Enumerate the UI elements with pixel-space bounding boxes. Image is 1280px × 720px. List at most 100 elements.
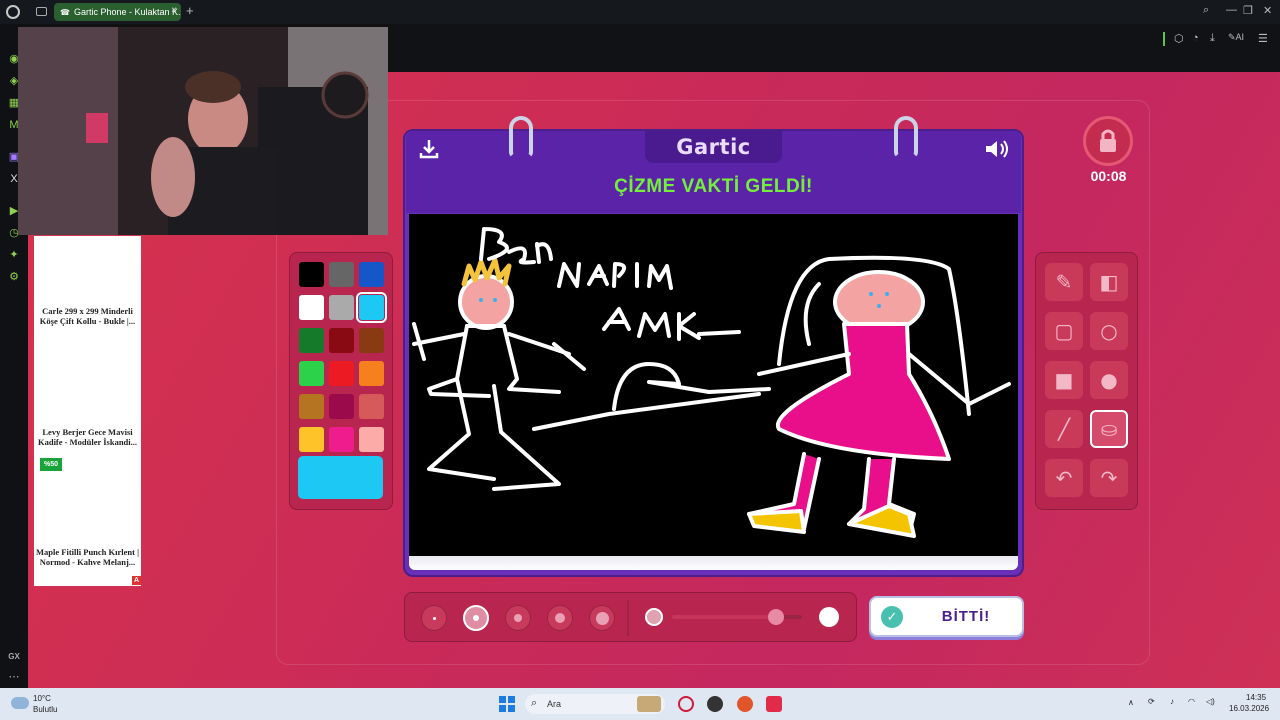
taskbar-search[interactable]: ⌕ Ara <box>525 694 665 714</box>
redo-tool[interactable]: ↷ <box>1090 459 1128 497</box>
close-window-icon[interactable]: ✕ <box>1263 4 1272 17</box>
color-swatch[interactable] <box>359 361 384 386</box>
search-highlight-image <box>637 696 661 712</box>
color-swatch[interactable] <box>299 328 324 353</box>
lock-button[interactable] <box>1083 116 1133 166</box>
color-swatch[interactable] <box>359 427 384 452</box>
ad-item-2[interactable]: Levy Berjer Gece Mavisi Kadife - Modüler… <box>36 427 139 447</box>
undo-tool[interactable]: ↶ <box>1045 459 1083 497</box>
ad-item-3[interactable]: Maple Fitilli Punch Kırlent | Normod - K… <box>36 547 139 567</box>
pencil-tool[interactable]: ✎ <box>1045 263 1083 301</box>
toolbar-accent <box>1163 32 1165 46</box>
menu-icon[interactable]: ☰ <box>1258 32 1268 45</box>
current-color-preview <box>298 456 383 499</box>
ellipse-outline-tool[interactable]: ○ <box>1090 312 1128 350</box>
brush-divider <box>627 600 629 636</box>
webcam-person-image <box>18 27 388 235</box>
weather-temp: 10°C <box>33 694 51 703</box>
tray-mic-icon[interactable]: ♪ <box>1170 697 1174 706</box>
music-taskbar-icon[interactable] <box>766 696 782 712</box>
rectangle-fill-icon: ■ <box>1054 368 1074 392</box>
tab-close-icon[interactable]: × <box>171 5 177 16</box>
eraser-tool[interactable]: ◧ <box>1090 263 1128 301</box>
eraser-icon: ◧ <box>1099 270 1119 294</box>
undo-icon: ↶ <box>1055 466 1073 490</box>
sidebar-settings-icon[interactable]: ⚙ <box>7 270 21 284</box>
color-swatch[interactable] <box>329 361 354 386</box>
download-icon[interactable]: ⤓ <box>1210 32 1215 45</box>
browser-logo-icon[interactable] <box>6 5 20 19</box>
profile-icon[interactable]: ◔ <box>1192 32 1199 44</box>
color-swatch[interactable] <box>299 295 324 320</box>
binder-ring-right <box>894 116 918 158</box>
ad-item-1[interactable]: Carle 299 x 299 Minderli Köşe Çift Kollu… <box>36 306 139 326</box>
drawing-canvas[interactable] <box>409 214 1018 556</box>
weather-desc: Bulutlu <box>33 705 58 714</box>
tray-refresh-icon[interactable]: ⟳ <box>1148 697 1155 706</box>
ad-panel <box>34 236 141 586</box>
tab-title: Gartic Phone - Kulaktan K... <box>73 7 181 17</box>
obs-taskbar-icon[interactable] <box>707 696 723 712</box>
brush-size-4[interactable] <box>547 605 573 631</box>
color-swatch[interactable] <box>299 262 324 287</box>
clock-date[interactable]: 16.03.2026 <box>1229 704 1269 713</box>
color-swatch[interactable] <box>329 262 354 287</box>
download-icon-board[interactable] <box>418 138 440 160</box>
color-swatch[interactable] <box>329 394 354 419</box>
search-tabs-icon[interactable]: ⌕ <box>1203 4 1209 17</box>
redo-icon: ↷ <box>1100 466 1118 490</box>
color-swatch[interactable] <box>359 394 384 419</box>
webcam-overlay <box>18 27 388 235</box>
browser-toolbar <box>388 24 1280 72</box>
color-swatch[interactable] <box>329 328 354 353</box>
rectangle-outline-tool[interactable]: ▢ <box>1045 312 1083 350</box>
color-swatch[interactable] <box>329 427 354 452</box>
tray-chevron-icon[interactable]: ∧ <box>1128 698 1134 707</box>
search-label: Ara <box>547 699 562 709</box>
color-swatch[interactable] <box>299 361 324 386</box>
maximize-icon[interactable]: ❐ <box>1243 4 1253 17</box>
search-icon: ⌕ <box>531 697 538 709</box>
rectangle-fill-tool[interactable]: ■ <box>1045 361 1083 399</box>
extensions-icon[interactable]: ⬡ <box>1174 32 1184 45</box>
tray-volume-icon[interactable]: ◁) <box>1206 697 1215 706</box>
bucket-tool[interactable]: ⛀ <box>1090 410 1128 448</box>
tray-wifi-icon[interactable]: ◠ <box>1188 697 1195 706</box>
sidebar-more-icon[interactable]: ⋯ <box>7 670 21 684</box>
opera-gx-taskbar-icon[interactable] <box>678 696 694 712</box>
app-taskbar-icon[interactable] <box>737 696 753 712</box>
color-swatch[interactable] <box>356 292 387 323</box>
color-swatch[interactable] <box>359 262 384 287</box>
ai-button[interactable]: ✎AI <box>1228 32 1244 43</box>
bucket-icon: ⛀ <box>1100 417 1118 441</box>
sidebar-extension-icon[interactable]: ✦ <box>7 248 21 262</box>
check-icon: ✓ <box>881 606 903 628</box>
brush-size-1[interactable] <box>421 605 447 631</box>
pencil-icon: ✎ <box>1055 270 1073 294</box>
color-swatch[interactable] <box>299 427 324 452</box>
browser-titlebar: ☎ Gartic Phone - Kulaktan K... × + ⌕ — ❐… <box>0 0 1280 24</box>
ellipse-outline-icon: ○ <box>1100 319 1118 343</box>
start-button[interactable] <box>499 696 515 712</box>
finish-button[interactable]: ✓ BİTTİ! <box>869 596 1024 637</box>
weather-cloud-icon <box>11 697 29 709</box>
color-swatch[interactable] <box>329 295 354 320</box>
new-tab-button[interactable]: + <box>186 3 194 18</box>
line-tool[interactable]: ╱ <box>1045 410 1083 448</box>
tab-favicon-icon: ☎ <box>60 7 70 17</box>
tab-gartic[interactable]: ☎ Gartic Phone - Kulaktan K... × <box>54 3 181 21</box>
ellipse-fill-tool[interactable]: ● <box>1090 361 1128 399</box>
minimize-icon[interactable]: — <box>1226 4 1237 16</box>
opacity-slider-thumb[interactable] <box>768 609 784 625</box>
brush-size-5[interactable] <box>589 605 615 631</box>
line-icon: ╱ <box>1057 417 1071 441</box>
tab-switcher-icon[interactable] <box>36 7 47 16</box>
color-swatch[interactable] <box>299 394 324 419</box>
color-swatch[interactable] <box>359 328 384 353</box>
opacity-high-icon <box>819 607 839 627</box>
clock-time[interactable]: 14:35 <box>1246 693 1266 702</box>
brush-size-3[interactable] <box>505 605 531 631</box>
sound-icon[interactable] <box>983 138 1011 160</box>
brush-size-2[interactable] <box>463 605 489 631</box>
round-headline: ÇİZME VAKTİ GELDİ! <box>614 176 813 197</box>
